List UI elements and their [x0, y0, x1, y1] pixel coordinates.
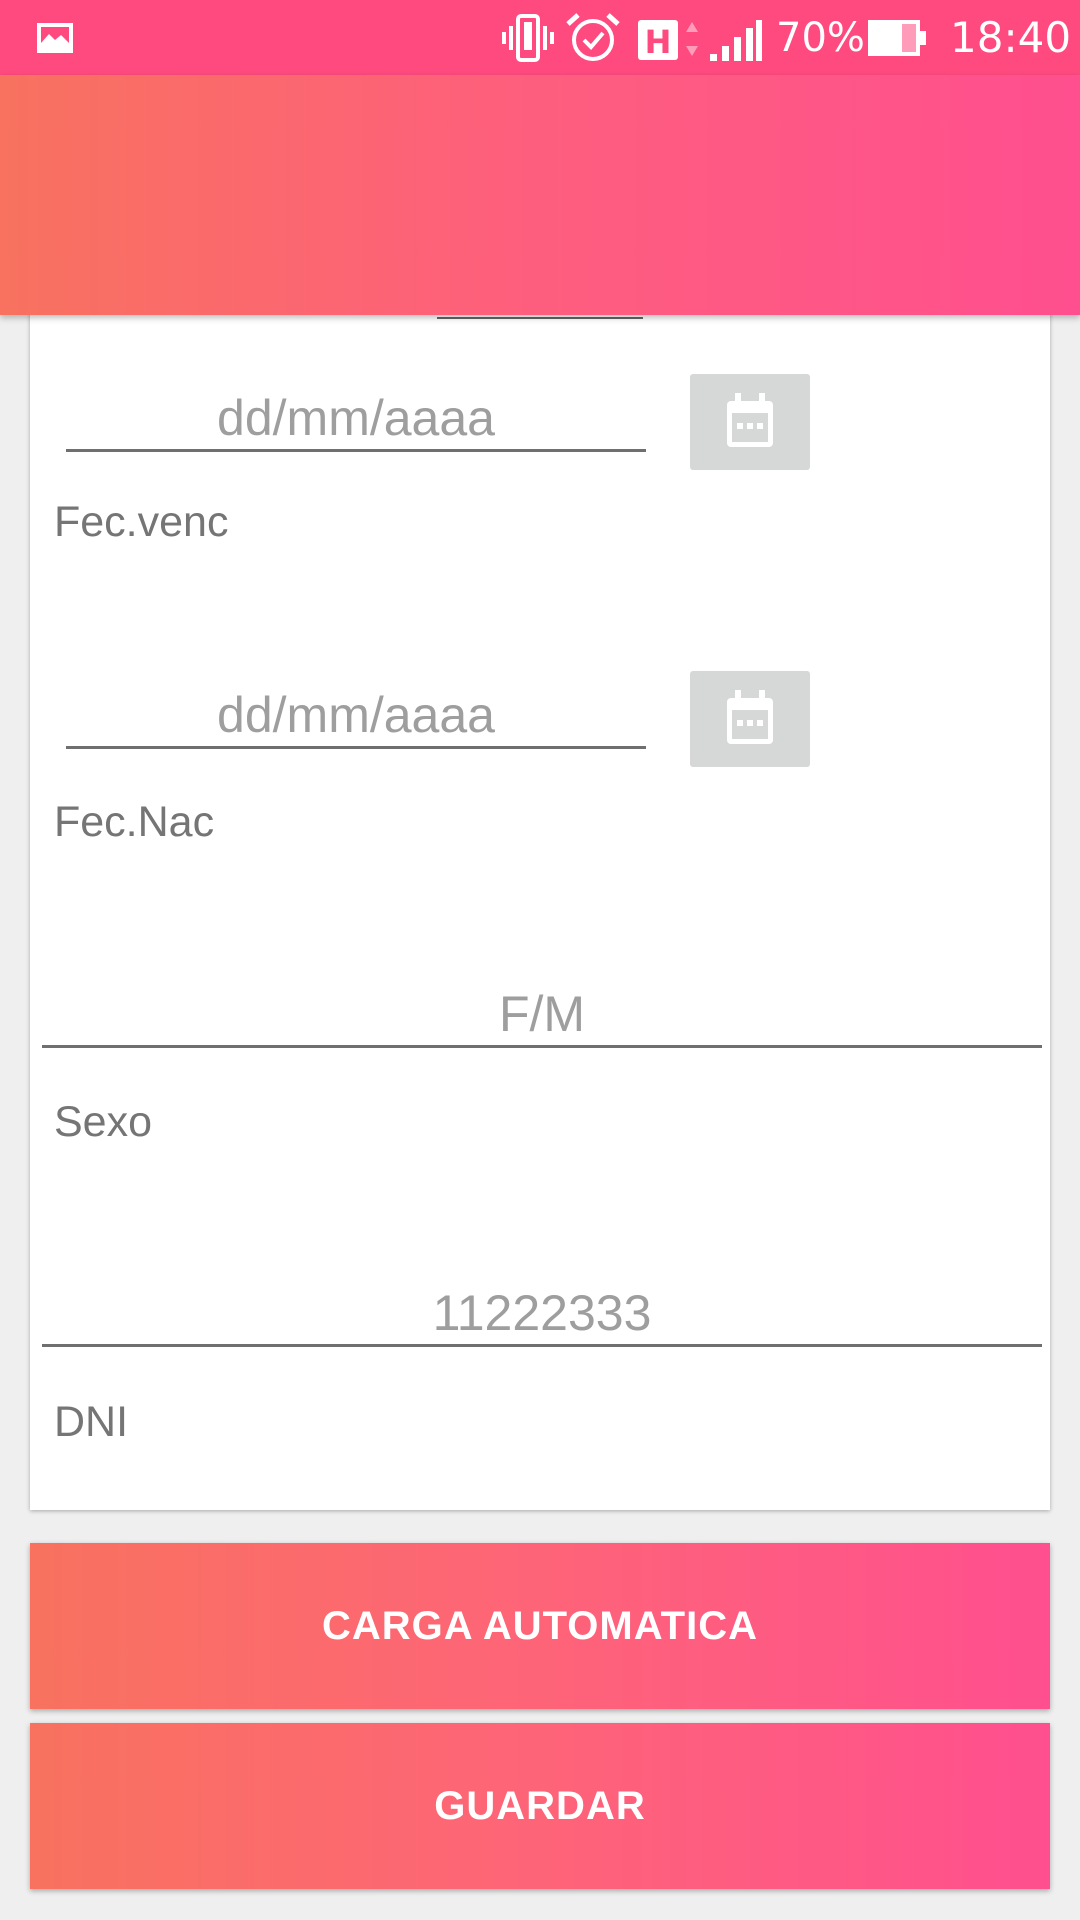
- gallery-icon: [37, 23, 73, 53]
- previous-field-underline: [437, 317, 643, 319]
- fec-nac-label: Fec.Nac: [54, 798, 215, 846]
- hspa-network-icon: H: [638, 20, 698, 61]
- app-bar: [0, 75, 1080, 315]
- battery-percent: 70%: [776, 15, 865, 61]
- fec-venc-calendar-button[interactable]: [690, 374, 810, 470]
- dni-label: DNI: [54, 1398, 129, 1446]
- signal-icon: [710, 20, 762, 61]
- carga-automatica-button[interactable]: CARGA AUTOMATICA: [30, 1543, 1050, 1709]
- guardar-button[interactable]: GUARDAR: [30, 1723, 1050, 1889]
- fec-nac-calendar-button[interactable]: [690, 671, 810, 767]
- calendar-icon: [727, 690, 773, 744]
- alarm-icon: [566, 13, 620, 61]
- status-bar: H 70% 18:40: [0, 0, 1080, 75]
- svg-text:H: H: [645, 23, 672, 61]
- fec-venc-label: Fec.venc: [54, 498, 229, 546]
- sexo-label: Sexo: [54, 1098, 153, 1146]
- form-card: Fec.venc Fec.Nac Sexo DNI: [30, 290, 1050, 1510]
- clock: 18:40: [950, 13, 1072, 62]
- fec-nac-input[interactable]: [66, 684, 646, 749]
- sexo-input[interactable]: [42, 983, 1042, 1048]
- vibrate-icon: [502, 14, 554, 62]
- fec-venc-input[interactable]: [66, 387, 646, 452]
- dni-input[interactable]: [42, 1282, 1042, 1347]
- calendar-icon: [727, 393, 773, 447]
- battery-icon: [868, 20, 926, 56]
